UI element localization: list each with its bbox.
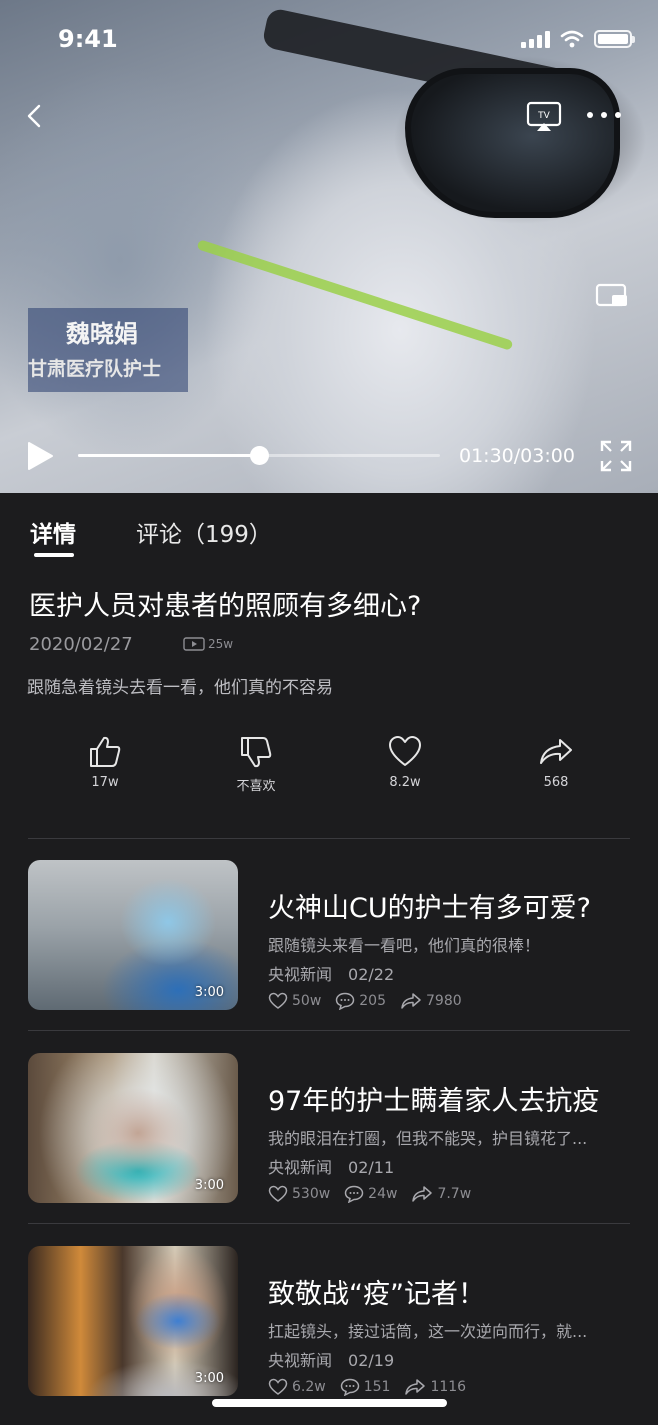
- video-duration: 3:00: [194, 1178, 224, 1193]
- like-count: 6.2w: [292, 1379, 326, 1395]
- share-count: 568: [543, 775, 569, 790]
- more-options-icon[interactable]: [587, 112, 621, 118]
- comment-count: 151: [363, 1379, 391, 1395]
- view-count: 25w: [183, 637, 233, 651]
- share-count: 7980: [426, 993, 462, 1009]
- cellular-signal-icon: [521, 30, 550, 48]
- view-count-value: 25w: [208, 637, 234, 651]
- battery-icon: [594, 30, 635, 48]
- feed-description: 跟随镜头来看一看吧，他们真的很棒！: [268, 936, 541, 955]
- feed-date: 02/22: [348, 965, 395, 984]
- comment-count: 24w: [368, 1186, 398, 1202]
- divider: [28, 1223, 630, 1224]
- feed-stats: 530w 24w 7.7w: [268, 1185, 485, 1203]
- feed-description: 扛起镜头，接过话筒，这一次逆向而行，就...: [268, 1322, 588, 1341]
- airplay-tv-icon[interactable]: TV: [526, 101, 562, 133]
- feed-stats: 50w 205 7980: [268, 992, 476, 1010]
- svg-text:TV: TV: [537, 111, 550, 121]
- video-title: 医护人员对患者的照顾有多细心?: [29, 591, 422, 622]
- share-button[interactable]: 568: [511, 735, 601, 790]
- feed-date: 02/19: [348, 1351, 395, 1370]
- like-button[interactable]: 17w: [60, 735, 150, 790]
- share-count: 1116: [430, 1379, 467, 1395]
- like-count: 17w: [91, 775, 119, 790]
- dislike-button[interactable]: 不喜欢: [211, 735, 301, 794]
- progress-knob[interactable]: [250, 446, 269, 465]
- overlay-caption: 甘肃医疗队护士: [28, 358, 162, 380]
- heart-icon: [268, 992, 288, 1009]
- feed-thumbnail[interactable]: 3:00: [28, 860, 238, 1010]
- share-icon: [405, 1379, 426, 1395]
- overlay-name: 魏晓娟: [66, 320, 138, 348]
- wifi-icon: [560, 30, 584, 48]
- progress-slider[interactable]: [78, 446, 440, 465]
- back-arrow-icon[interactable]: [24, 102, 44, 130]
- share-icon: [540, 739, 572, 764]
- feed-item[interactable]: 3:00 97年的护士瞒着家人去抗疫 我的眼泪在打圈，但我不能哭，护目镜花了..…: [0, 1053, 658, 1208]
- feed-item[interactable]: 3:00 致敬战“疫”记者！ 扛起镜头，接过话筒，这一次逆向而行，就... 央视…: [0, 1246, 658, 1401]
- video-date: 2020/02/27: [29, 634, 133, 655]
- favorite-button[interactable]: 8.2w: [360, 735, 450, 790]
- divider: [28, 1030, 630, 1031]
- fullscreen-icon[interactable]: [600, 440, 632, 472]
- thumbs-down-icon: [241, 737, 272, 768]
- feed-title[interactable]: 火神山CU的护士有多可爱?: [268, 886, 591, 925]
- progress-fill: [78, 454, 259, 457]
- home-indicator[interactable]: [212, 1399, 447, 1407]
- comment-icon: [336, 992, 355, 1010]
- like-count: 530w: [292, 1186, 331, 1202]
- play-count-icon: [183, 637, 205, 651]
- feed-meta: 央视新闻 02/19: [268, 1347, 394, 1371]
- heart-icon: [268, 1378, 288, 1395]
- share-count: 7.7w: [437, 1186, 472, 1202]
- status-icons: [521, 30, 635, 48]
- timecode: 01:30/03:00: [459, 445, 575, 467]
- feed-thumbnail[interactable]: 3:00: [28, 1053, 238, 1203]
- heart-icon: [389, 736, 421, 766]
- video-description: 跟随急着镜头去看一看，他们真的不容易: [27, 678, 333, 698]
- video-duration: 3:00: [194, 985, 224, 1000]
- share-icon: [401, 993, 421, 1009]
- video-duration: 3:00: [194, 1371, 224, 1386]
- tab-comments[interactable]: 评论（199）: [136, 515, 272, 549]
- tab-details[interactable]: 详情: [30, 515, 76, 549]
- feed-source: 央视新闻: [268, 1158, 333, 1177]
- comment-icon: [340, 1378, 359, 1396]
- comment-count: 205: [359, 993, 386, 1009]
- feed-thumbnail[interactable]: 3:00: [28, 1246, 238, 1396]
- feed-stats: 6.2w 151 1116: [268, 1378, 480, 1396]
- picture-in-picture-icon[interactable]: [595, 283, 629, 309]
- feed-description: 我的眼泪在打圈，但我不能哭，护目镜花了...: [268, 1129, 588, 1148]
- suit-seam: [196, 239, 514, 351]
- video-player[interactable]: 魏晓娟 甘肃医疗队护士 9:41 TV 01:30/03:00: [0, 0, 658, 493]
- status-time: 9:41: [58, 25, 118, 53]
- divider: [28, 838, 630, 839]
- feed-item[interactable]: 3:00 火神山CU的护士有多可爱? 跟随镜头来看一看吧，他们真的很棒！ 央视新…: [0, 860, 658, 1015]
- favorite-count: 8.2w: [389, 775, 421, 790]
- active-tab-indicator: [34, 553, 74, 557]
- share-icon: [412, 1186, 433, 1202]
- like-count: 50w: [292, 993, 322, 1009]
- feed-meta: 央视新闻 02/11: [268, 1154, 394, 1178]
- feed-title[interactable]: 97年的护士瞒着家人去抗疫: [268, 1079, 599, 1118]
- feed-source: 央视新闻: [268, 965, 333, 984]
- feed-title[interactable]: 致敬战“疫”记者！: [268, 1272, 485, 1311]
- thumbs-up-icon: [90, 736, 121, 767]
- feed-meta: 央视新闻 02/22: [268, 961, 394, 985]
- detail-tabs: 详情 评论（199）: [0, 493, 658, 563]
- action-bar: 17w 不喜欢 8.2w 568: [0, 735, 658, 805]
- feed-source: 央视新闻: [268, 1351, 333, 1370]
- heart-icon: [268, 1185, 288, 1202]
- dislike-label: 不喜欢: [236, 779, 276, 794]
- comment-icon: [344, 1185, 364, 1203]
- feed-date: 02/11: [348, 1158, 395, 1177]
- goggles: [405, 68, 620, 218]
- video-name-overlay: 魏晓娟 甘肃医疗队护士: [28, 308, 188, 392]
- play-icon[interactable]: [26, 441, 54, 471]
